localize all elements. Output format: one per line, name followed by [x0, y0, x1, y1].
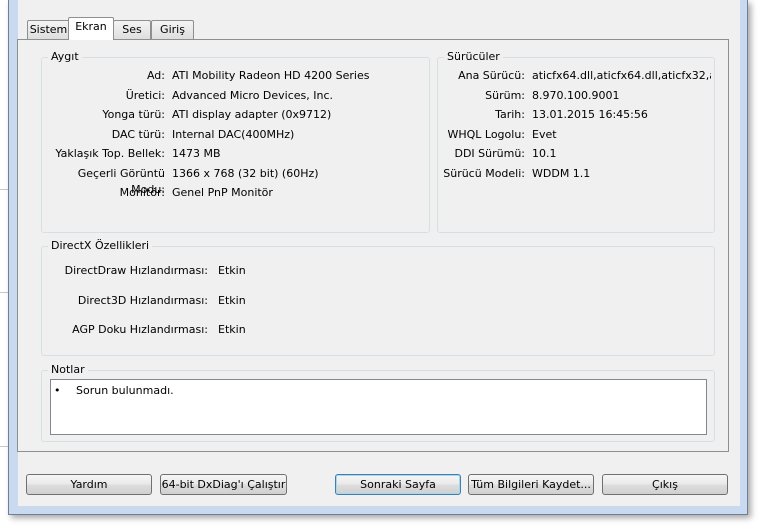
device-label: Ad: — [146, 69, 165, 82]
directx-value: Etkin — [218, 323, 246, 336]
device-row: DAC türü: Internal DAC(400MHz) — [42, 127, 429, 143]
bullet-icon: • — [54, 384, 61, 397]
driver-label: DDI Sürümü: — [454, 147, 525, 160]
driver-label: Tarih: — [495, 108, 525, 121]
driver-value: 8.970.100.9001 — [532, 89, 620, 102]
device-value: ATI Mobility Radeon HD 4200 Series — [172, 69, 370, 82]
device-value: ATI display adapter (0x9712) — [172, 108, 332, 121]
drivers-group: Sürücüler Ana Sürücü: aticfx64.dll,aticf… — [437, 50, 715, 233]
driver-value: aticfx64.dll,aticfx64.dll,aticfx32,aticf — [532, 69, 711, 82]
group-title: Sürücüler — [444, 50, 503, 63]
driver-row: Tarih: 13.01.2015 16:45:56 — [438, 107, 714, 123]
tab-label: Ekran — [75, 20, 107, 33]
directx-value: Etkin — [218, 264, 246, 277]
device-value: Advanced Micro Devices, Inc. — [172, 89, 334, 102]
driver-row: WHQL Logolu: Evet — [438, 127, 714, 143]
device-label: Monitör: — [119, 186, 165, 199]
driver-row: DDI Sürümü: 10.1 — [438, 146, 714, 162]
driver-value: 10.1 — [532, 147, 557, 160]
device-row: Ad: ATI Mobility Radeon HD 4200 Series — [42, 68, 429, 84]
tab-sistem[interactable]: Sistem — [27, 20, 70, 39]
tab-label: Ses — [122, 23, 142, 36]
notes-textbox[interactable]: • Sorun bulunmadı. — [50, 379, 707, 435]
tab-ekran[interactable]: Ekran — [68, 17, 114, 40]
device-value: 1366 x 768 (32 bit) (60Hz) — [172, 167, 319, 180]
device-value: 1473 MB — [172, 147, 221, 160]
device-value: Genel PnP Monitör — [172, 186, 273, 199]
device-row: Geçerli Görüntü Modu: 1366 x 768 (32 bit… — [42, 166, 429, 196]
directx-row: AGP Doku Hızlandırması: Etkin — [42, 322, 714, 338]
directx-row: Direct3D Hızlandırması: Etkin — [42, 293, 714, 309]
directx-label: DirectDraw Hızlandırması: — [64, 264, 208, 277]
driver-label: Sürüm: — [485, 89, 525, 102]
tab-giris[interactable]: Giriş — [151, 20, 194, 39]
driver-row: Sürücü Modeli: WDDM 1.1 — [438, 166, 714, 182]
exit-button[interactable]: Çıkış — [602, 474, 728, 495]
run-64bit-dxdiag-button[interactable]: 64-bit DxDiag'ı Çalıştır — [160, 474, 287, 495]
driver-label: Ana Sürücü: — [458, 69, 525, 82]
device-label: DAC türü: — [111, 128, 165, 141]
device-label: Yonga türü: — [102, 108, 165, 121]
device-value: Internal DAC(400MHz) — [172, 128, 295, 141]
directx-row: DirectDraw Hızlandırması: Etkin — [42, 263, 714, 279]
device-label: Üretici: — [125, 89, 165, 102]
directx-group: DirectX Özellikleri DirectDraw Hızlandır… — [41, 239, 715, 356]
device-row: Üretici: Advanced Micro Devices, Inc. — [42, 88, 429, 104]
group-title: DirectX Özellikleri — [48, 239, 153, 252]
tab-label: Sistem — [29, 23, 68, 36]
directx-label: Direct3D Hızlandırması: — [77, 294, 208, 307]
device-row: Yaklaşık Top. Bellek: 1473 MB — [42, 146, 429, 162]
driver-value: WDDM 1.1 — [532, 167, 591, 180]
group-title: Aygıt — [48, 50, 82, 63]
driver-value: 13.01.2015 16:45:56 — [532, 108, 648, 121]
device-label: Yaklaşık Top. Bellek: — [55, 147, 165, 160]
tab-label: Giriş — [160, 23, 185, 36]
help-button[interactable]: Yardım — [26, 474, 152, 495]
directx-value: Etkin — [218, 294, 246, 307]
background-area — [748, 0, 769, 529]
driver-label: WHQL Logolu: — [447, 128, 525, 141]
background-area — [0, 515, 769, 529]
directx-label: AGP Doku Hızlandırması: — [72, 323, 208, 336]
notes-item: Sorun bulunmadı. — [76, 384, 174, 397]
group-title: Notlar — [48, 363, 88, 376]
driver-label: Sürücü Modeli: — [443, 167, 525, 180]
device-group: Aygıt Ad: ATI Mobility Radeon HD 4200 Se… — [41, 50, 430, 233]
device-row: Monitör: Genel PnP Monitör — [42, 185, 429, 201]
driver-value: Evet — [532, 128, 557, 141]
save-all-info-button[interactable]: Tüm Bilgileri Kaydet... — [468, 474, 594, 495]
next-page-button[interactable]: Sonraki Sayfa — [335, 474, 461, 495]
driver-row: Sürüm: 8.970.100.9001 — [438, 88, 714, 104]
driver-row: Ana Sürücü: aticfx64.dll,aticfx64.dll,at… — [438, 68, 714, 84]
tab-ses[interactable]: Ses — [113, 20, 151, 39]
device-row: Yonga türü: ATI display adapter (0x9712) — [42, 107, 429, 123]
